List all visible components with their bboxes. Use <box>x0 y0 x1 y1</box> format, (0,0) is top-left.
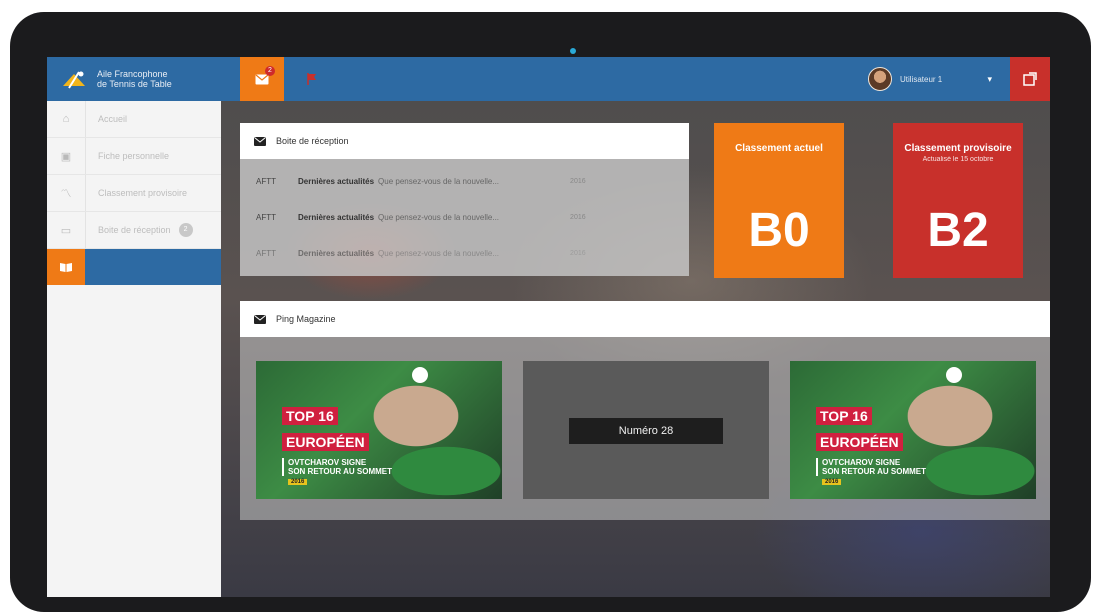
message-sender: AFTT <box>256 248 276 258</box>
current-ranking-card[interactable]: Classement actuel B0 <box>714 123 844 278</box>
magazine-cover[interactable]: TOP 16 EUROPÉEN OVTCHAROV SIGNE SON RETO… <box>256 361 502 499</box>
main-content: Boite de réception AFTT Dernières actual… <box>221 101 1050 597</box>
cover-headline: EUROPÉEN <box>282 433 369 451</box>
logo-line-2: de Tennis de Table <box>97 79 172 89</box>
current-ranking-title: Classement actuel <box>735 143 823 154</box>
inbox-header: Boite de réception <box>240 123 689 159</box>
cover-caption: OVTCHAROV SIGNE SON RETOUR AU SOMMET <box>816 458 926 476</box>
camera-dot <box>570 48 576 54</box>
avatar <box>868 67 892 91</box>
ball-image <box>412 367 428 383</box>
message-date: 2016 <box>570 213 586 221</box>
magazine-panel: Ping Magazine TOP 16 EUROPÉEN OVTCHAROV … <box>240 301 1050 520</box>
inbox-icon: ▭ <box>47 212 86 248</box>
mail-icon <box>254 314 266 324</box>
notification-button[interactable] <box>297 57 327 101</box>
sidebar-item-home[interactable]: ⌂ Accueil <box>47 101 221 138</box>
message-row[interactable]: AFTT Dernières actualités Que pensez-vou… <box>240 235 689 271</box>
issue-label: Numéro 28 <box>569 418 723 444</box>
magazine-header: Ping Magazine <box>240 301 1050 337</box>
cover-caption-line: OVTCHAROV SIGNE <box>822 458 901 467</box>
sidebar-item-label: Boite de réception <box>98 225 171 235</box>
cover-headline: TOP 16 <box>816 407 872 425</box>
mail-icon <box>254 136 266 146</box>
inbox-count-badge: 2 <box>178 223 193 237</box>
magazine-issue-card[interactable]: Numéro 28 <box>523 361 769 499</box>
cover-year: 2016 <box>822 479 842 485</box>
message-subject: Dernières actualités <box>298 212 375 222</box>
mail-badge: 2 <box>265 66 275 76</box>
provisional-ranking-value: B2 <box>927 204 989 257</box>
sidebar-item-profile[interactable]: ▣ Fiche personnelle <box>47 138 221 175</box>
logout-button[interactable] <box>1010 57 1050 101</box>
message-subject: Dernières actualités <box>298 176 375 186</box>
trend-icon: 〽 <box>47 175 86 211</box>
inbox-panel: Boite de réception AFTT Dernières actual… <box>240 123 689 276</box>
flag-icon <box>307 73 316 85</box>
screen: Aile Francophone de Tennis de Table 2 Ut… <box>47 57 1050 597</box>
message-subject: Dernières actualités <box>298 248 375 258</box>
logo[interactable]: Aile Francophone de Tennis de Table <box>47 57 237 101</box>
magazine-title: Ping Magazine <box>276 314 336 324</box>
cover-caption-line: OVTCHAROV SIGNE <box>288 458 367 467</box>
sidebar-item-label: Fiche personnelle <box>98 151 170 161</box>
logout-icon <box>1023 72 1037 86</box>
current-ranking-value: B0 <box>748 204 810 257</box>
cover-caption-line: SON RETOUR AU SOMMET <box>822 467 927 476</box>
magazine-cover[interactable]: TOP 16 EUROPÉEN OVTCHAROV SIGNE SON RETO… <box>790 361 1036 499</box>
message-row[interactable]: AFTT Dernières actualités Que pensez-vou… <box>240 199 689 235</box>
cover-caption: OVTCHAROV SIGNE SON RETOUR AU SOMMET <box>282 458 392 476</box>
message-preview: Que pensez-vous de la nouvelle... <box>378 176 500 186</box>
logo-icon <box>63 71 85 89</box>
sidebar-item-inbox[interactable]: ▭ Boite de réception 2 <box>47 212 221 249</box>
message-date: 2016 <box>570 249 586 257</box>
mail-button[interactable]: 2 <box>240 57 284 101</box>
logo-line-1: Aile Francophone <box>97 69 168 79</box>
ball-image <box>946 367 962 383</box>
logo-text: Aile Francophone de Tennis de Table <box>97 69 172 89</box>
provisional-ranking-card[interactable]: Classement provisoire Actualisé le 15 oc… <box>893 123 1023 278</box>
id-card-icon: ▣ <box>47 138 86 174</box>
user-menu[interactable]: Utilisateur 1 ▾ <box>862 57 1004 101</box>
cover-headline: EUROPÉEN <box>816 433 903 451</box>
cover-headline: TOP 16 <box>282 407 338 425</box>
message-row[interactable]: AFTT Dernières actualités Que pensez-vou… <box>240 163 689 199</box>
message-date: 2016 <box>570 177 586 185</box>
inbox-title: Boite de réception <box>276 136 349 146</box>
provisional-ranking-subtitle: Actualisé le 15 octobre <box>922 156 994 163</box>
provisional-ranking-title: Classement provisoire <box>904 143 1012 154</box>
message-preview: Que pensez-vous de la nouvelle... <box>378 248 500 258</box>
sidebar-item-label: Accueil <box>98 114 128 124</box>
sidebar-item-label: Classement provisoire <box>98 188 188 198</box>
chevron-down-icon: ▾ <box>987 73 992 84</box>
sidebar-item-ranking[interactable]: 〽 Classement provisoire <box>47 175 221 212</box>
user-name: Utilisateur 1 <box>900 74 943 84</box>
sidebar-item-magazine[interactable] <box>47 249 221 285</box>
cover-year: 2016 <box>288 479 308 485</box>
message-sender: AFTT <box>256 176 276 186</box>
home-icon: ⌂ <box>47 101 86 137</box>
message-preview: Que pensez-vous de la nouvelle... <box>378 212 500 222</box>
sidebar: ⌂ Accueil ▣ Fiche personnelle 〽 Classeme… <box>47 101 221 597</box>
top-bar: Aile Francophone de Tennis de Table 2 Ut… <box>47 57 1050 101</box>
message-sender: AFTT <box>256 212 276 222</box>
book-icon <box>47 249 85 285</box>
cover-caption-line: SON RETOUR AU SOMMET <box>288 467 393 476</box>
